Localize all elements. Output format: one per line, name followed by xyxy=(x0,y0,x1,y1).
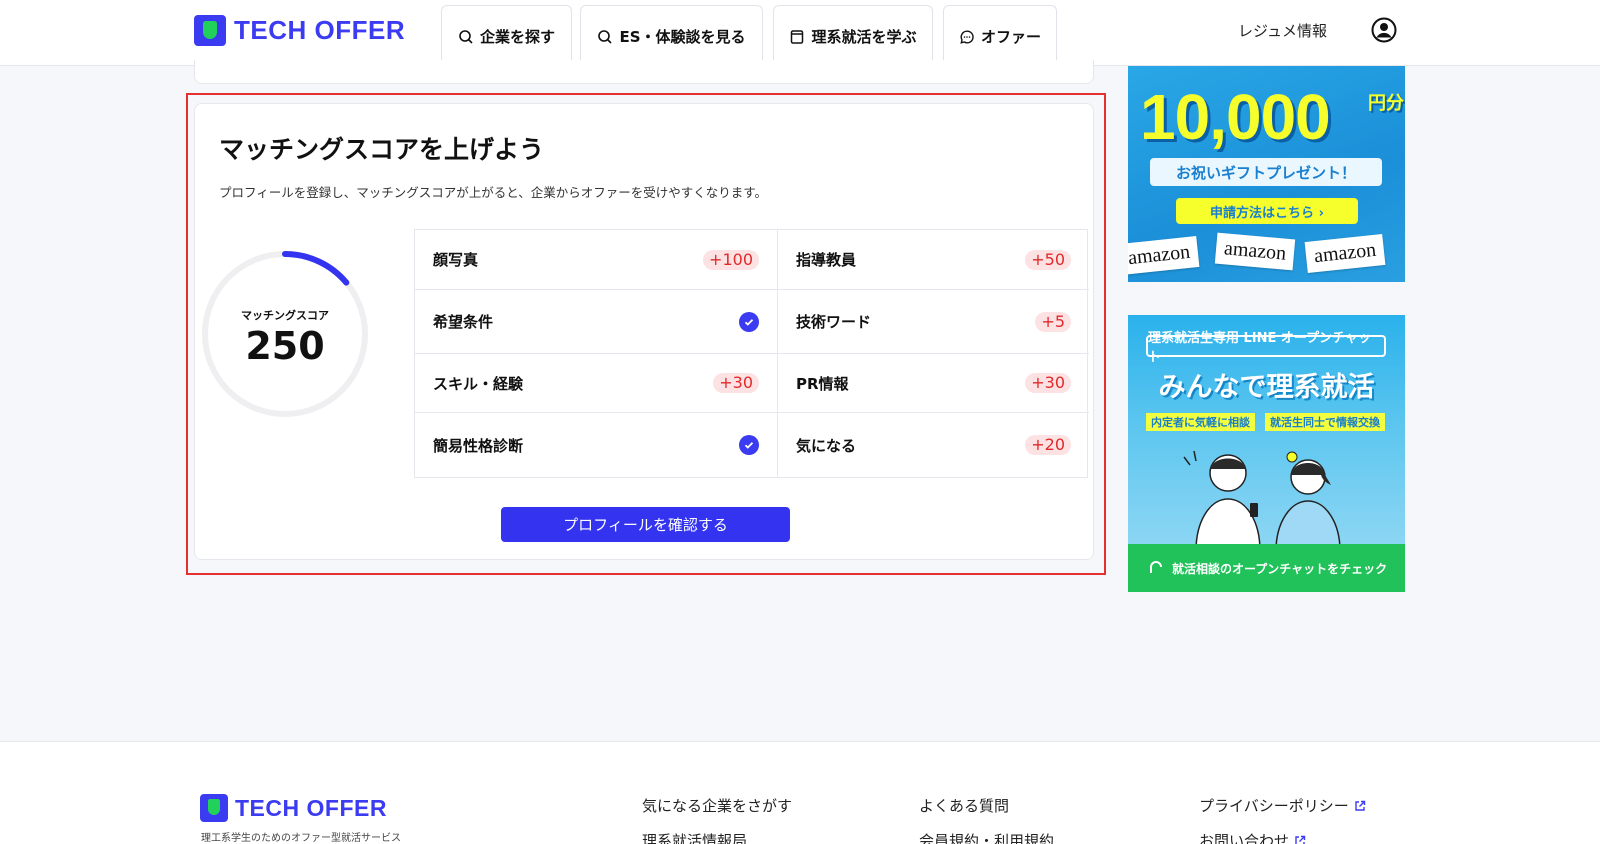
points-badge: +30 xyxy=(1025,373,1071,393)
site-header: TECH OFFER 企業を探す ES・体験談を見る 理系就活を学ぶ オファー … xyxy=(0,0,1600,67)
resume-info-link[interactable]: レジュメ情報 xyxy=(1238,20,1327,41)
gift-apply-button[interactable]: 申請方法はこちら › xyxy=(1176,198,1358,224)
score-item-label: スキル・経験 xyxy=(433,374,524,393)
book-icon xyxy=(791,29,804,44)
score-item-label: 指導教員 xyxy=(796,251,857,269)
footer-link-faq[interactable]: よくある質問 xyxy=(919,795,1009,816)
score-item-label: 技術ワード xyxy=(796,313,872,331)
matching-score-card: マッチングスコアを上げよう プロフィールを登録し、マッチングスコアが上がると、企… xyxy=(194,103,1094,560)
footer-link-terms[interactable]: 会員規約・利用規約 xyxy=(919,830,1054,844)
nav-tab-label: 理系就活を学ぶ xyxy=(811,28,917,46)
footer-link-info-bureau[interactable]: 理系就活情報局 xyxy=(642,830,747,844)
search-icon xyxy=(459,29,473,44)
score-item-skills[interactable]: スキル・経験 +30 xyxy=(415,354,778,413)
footer-link-find-companies[interactable]: 気になる企業をさがす xyxy=(642,795,792,816)
openchat-tag: 就活生同士で情報交換 xyxy=(1265,413,1385,431)
score-item-advisor[interactable]: 指導教員 +50 xyxy=(778,230,1089,290)
site-footer: TECH OFFER 理工系学生のためのオファー型就活サービス 気になる企業をさ… xyxy=(0,741,1600,844)
footer-link-label: 会員規約・利用規約 xyxy=(919,832,1055,844)
score-item-label: 気になる xyxy=(796,436,857,455)
footer-logo[interactable]: TECH OFFER xyxy=(200,794,387,822)
openchat-header: 理系就活生専用 LINE オープンチャット xyxy=(1146,331,1386,365)
external-link-icon xyxy=(1355,800,1365,811)
footer-link-label: よくある質問 xyxy=(919,797,1010,815)
card-description: プロフィールを登録し、マッチングスコアが上がると、企業からオファーを受けやすくな… xyxy=(219,185,768,200)
nav-tab-es-experiences[interactable]: ES・体験談を見る xyxy=(580,5,763,67)
score-items-grid: 顔写真 +100 指導教員 +50 希望条件 技術ワード +5 スキル・経験 +… xyxy=(414,229,1089,478)
amazon-logo: amazon xyxy=(1128,235,1200,276)
points-badge: +5 xyxy=(1035,311,1071,332)
card-title: マッチングスコアを上げよう xyxy=(219,135,545,164)
amazon-logo: amazon xyxy=(1304,233,1386,274)
user-icon[interactable] xyxy=(1371,17,1397,43)
score-value: 250 xyxy=(245,324,325,368)
nav-tab-offers[interactable]: オファー xyxy=(943,5,1057,67)
score-item-personality[interactable]: 簡易性格診断 xyxy=(415,413,778,477)
footer-link-label: プライバシーポリシー xyxy=(1199,797,1349,815)
score-item-label: 顔写真 xyxy=(433,251,479,269)
score-item-tech-words[interactable]: 技術ワード +5 xyxy=(778,290,1089,354)
chat-icon xyxy=(960,29,974,44)
logo-text: TECH OFFER xyxy=(234,15,406,45)
nav-tab-companies[interactable]: 企業を探す xyxy=(441,5,572,67)
confirm-profile-button[interactable]: プロフィールを確認する xyxy=(501,507,790,542)
site-logo[interactable]: TECH OFFER xyxy=(194,15,405,46)
nav-tab-label: ES・体験談を見る xyxy=(619,28,746,46)
openchat-tag: 内定者に気軽に相談 xyxy=(1146,413,1255,431)
score-item-label: 希望条件 xyxy=(433,313,494,331)
gift-campaign-banner[interactable]: 10,000 円分 お祝いギフトプレゼント！ 申請方法はこちら › amazon… xyxy=(1128,66,1405,282)
check-circle-icon xyxy=(739,311,759,332)
footer-link-contact[interactable]: お問い合わせ xyxy=(1199,830,1306,844)
amazon-logo: amazon xyxy=(1214,232,1296,271)
gift-ribbon: お祝いギフトプレゼント！ xyxy=(1150,158,1382,186)
footer-link-label: お問い合わせ xyxy=(1199,832,1290,844)
openchat-cta[interactable]: 就活相談のオープンチャットをチェック xyxy=(1128,544,1405,592)
score-item-preferences[interactable]: 希望条件 xyxy=(415,290,778,354)
line-openchat-banner[interactable]: 理系就活生専用 LINE オープンチャット みんなで理系就活 内定者に気軽に相談… xyxy=(1128,315,1405,592)
score-item-pr[interactable]: PR情報 +30 xyxy=(778,354,1089,413)
openchat-cta-label: 就活相談のオープンチャットをチェック xyxy=(1172,561,1388,576)
footer-link-privacy[interactable]: プライバシーポリシー xyxy=(1199,795,1366,816)
points-badge: +100 xyxy=(703,249,759,270)
external-link-icon xyxy=(1295,835,1306,844)
students-illustration xyxy=(1183,450,1341,551)
footer-link-label: 理系就活情報局 xyxy=(642,832,748,844)
search-icon xyxy=(598,29,613,44)
gift-amount: 10,000 xyxy=(1140,81,1331,153)
points-badge: +50 xyxy=(1025,249,1071,270)
footer-tagline: 理工系学生のためのオファー型就活サービス xyxy=(201,833,401,844)
logo-text: TECH OFFER xyxy=(235,794,387,821)
check-circle-icon xyxy=(739,435,759,455)
openchat-title: みんなで理系就活 xyxy=(1158,372,1375,403)
gift-unit: 円分 xyxy=(1368,93,1404,114)
score-item-interested[interactable]: 気になる +20 xyxy=(778,413,1089,477)
nav-tab-learn[interactable]: 理系就活を学ぶ xyxy=(773,5,933,67)
logo-icon xyxy=(194,15,226,46)
chat-bubble-icon xyxy=(1150,561,1162,573)
nav-tab-label: オファー xyxy=(980,28,1041,46)
footer-link-label: 気になる企業をさがす xyxy=(642,797,793,815)
logo-icon xyxy=(200,794,228,822)
previous-card-bottom xyxy=(194,60,1094,84)
nav-tab-label: 企業を探す xyxy=(479,28,555,46)
score-item-label: PR情報 xyxy=(796,374,849,393)
points-badge: +20 xyxy=(1025,435,1071,455)
score-item-label: 簡易性格診断 xyxy=(433,436,524,455)
points-badge: +30 xyxy=(713,373,759,393)
score-item-photo[interactable]: 顔写真 +100 xyxy=(415,230,778,290)
score-label: マッチングスコア xyxy=(241,309,329,322)
